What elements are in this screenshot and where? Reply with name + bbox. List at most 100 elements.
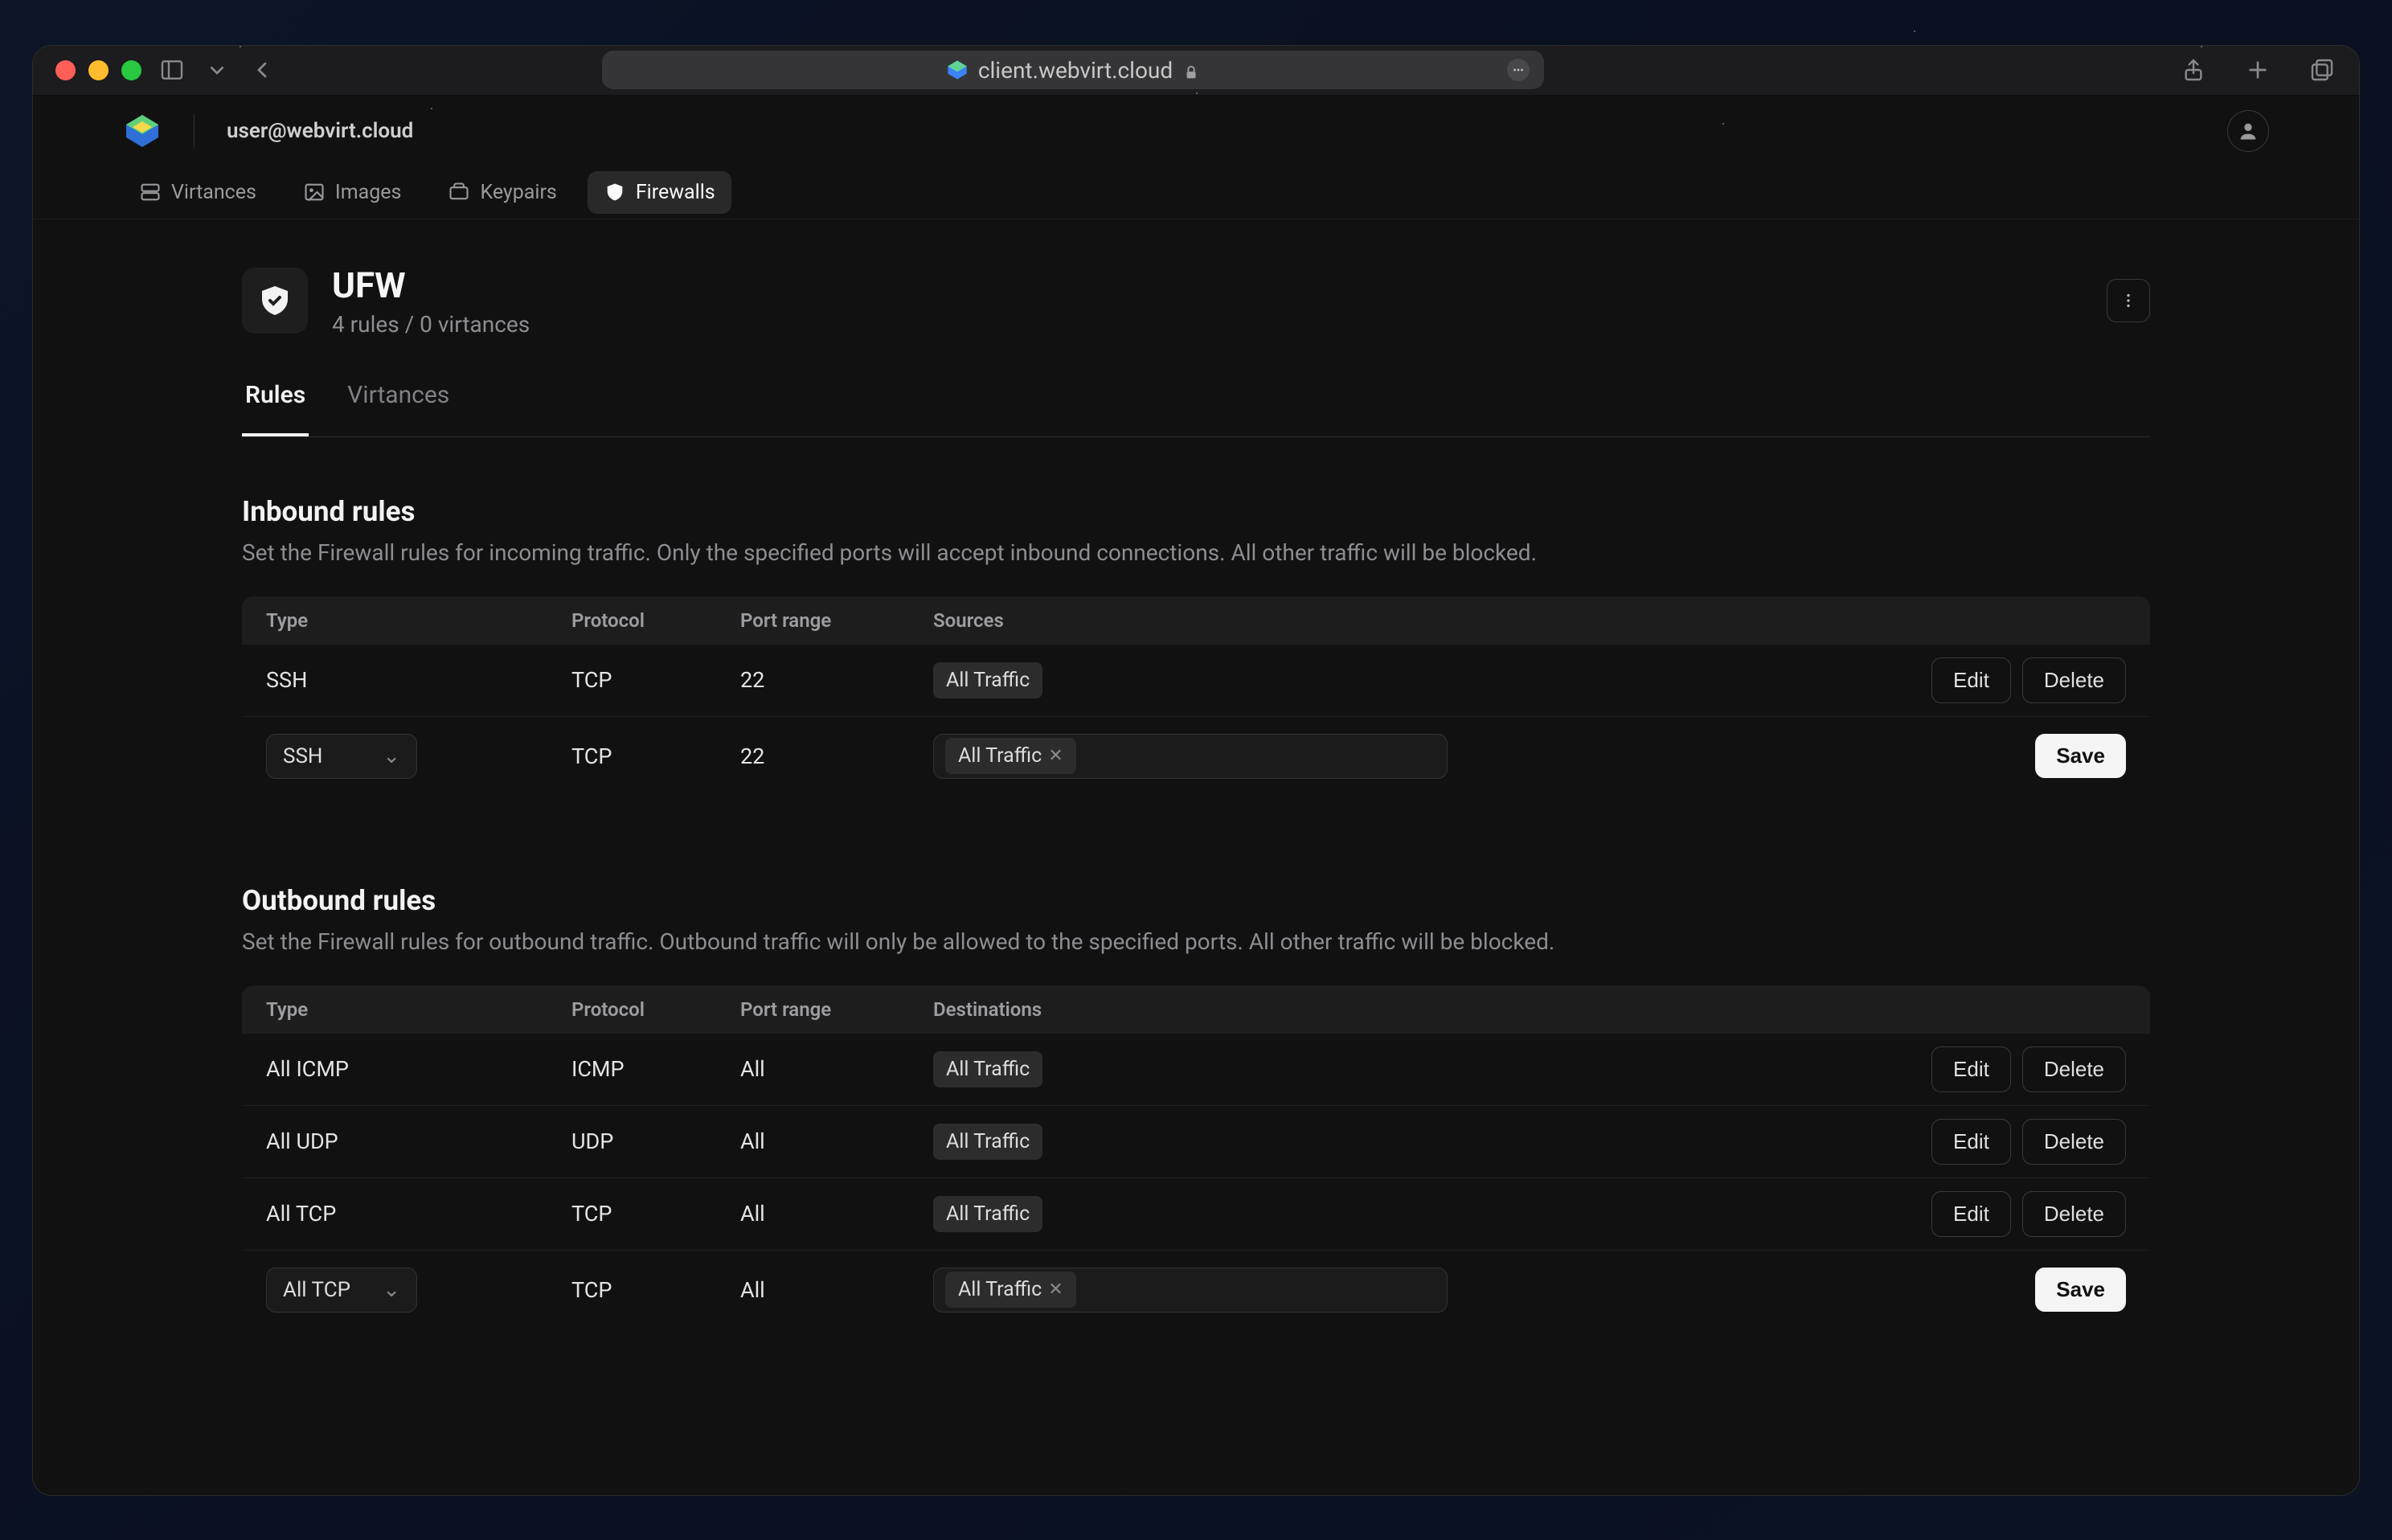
address-bar[interactable]: client.webvirt.cloud (602, 51, 1544, 89)
tabs-overview-icon[interactable] (2308, 55, 2337, 84)
inbound-section: Inbound rules Set the Firewall rules for… (242, 495, 2150, 796)
title-bar: client.webvirt.cloud (33, 46, 2359, 96)
firewall-shield-icon (242, 268, 308, 334)
nav-images[interactable]: Images (287, 171, 418, 214)
cell-protocol: UDP (571, 1128, 740, 1154)
edit-row: SSH ⌄ TCP 22 All Traffic ✕ (242, 717, 2150, 796)
table-row: SSH TCP 22 All Traffic Edit Delete (242, 645, 2150, 717)
tag-remove-icon[interactable]: ✕ (1048, 1280, 1063, 1300)
page-header: UFW 4 rules / 0 virtances (242, 264, 2150, 338)
col-dest: Destinations (933, 998, 1909, 1021)
edit-button[interactable]: Edit (1931, 1119, 2011, 1165)
cell-type: SSH (266, 667, 571, 693)
address-more-icon[interactable] (1507, 59, 1530, 81)
image-icon (303, 181, 326, 203)
window-close-button[interactable] (55, 60, 76, 80)
table-header: Type Protocol Port range Sources (242, 596, 2150, 645)
divider (194, 114, 195, 148)
inbound-table: Type Protocol Port range Sources SSH TCP… (242, 596, 2150, 796)
nav-label: Virtances (171, 181, 256, 204)
nav-label: Images (335, 181, 402, 204)
dest-tag[interactable]: All Traffic ✕ (945, 1272, 1076, 1308)
cell-port: All (740, 1201, 933, 1227)
nav-firewalls[interactable]: Firewalls (588, 171, 731, 214)
col-port: Port range (740, 998, 933, 1021)
source-tag[interactable]: All Traffic ✕ (945, 738, 1076, 774)
main-nav: Virtances Images Keypairs Firewalls (33, 166, 2359, 219)
address-url: client.webvirt.cloud (978, 57, 1173, 84)
cell-port: 22 (740, 743, 933, 769)
server-icon (139, 181, 162, 203)
sidebar-toggle-icon[interactable] (158, 55, 186, 84)
inbound-title: Inbound rules (242, 495, 2150, 528)
cell-type: All TCP (266, 1201, 571, 1227)
lock-icon (1182, 61, 1200, 79)
sources-input[interactable]: All Traffic ✕ (933, 734, 1448, 779)
outbound-desc: Set the Firewall rules for outbound traf… (242, 928, 2150, 955)
table-row: All UDP UDP All All Traffic Edit Delete (242, 1106, 2150, 1178)
cell-protocol: TCP (571, 1201, 740, 1227)
select-value: SSH (283, 744, 322, 768)
nav-virtances[interactable]: Virtances (123, 171, 272, 214)
edit-row: All TCP ⌄ TCP All All Traffic ✕ (242, 1251, 2150, 1329)
inbound-desc: Set the Firewall rules for incoming traf… (242, 539, 2150, 566)
app-logo-icon[interactable] (123, 112, 162, 150)
dest-input[interactable]: All Traffic ✕ (933, 1268, 1448, 1313)
firewall-name: UFW (332, 264, 530, 306)
back-button[interactable] (248, 55, 276, 84)
col-protocol: Protocol (571, 998, 740, 1021)
delete-button[interactable]: Delete (2022, 1119, 2126, 1165)
nav-label: Firewalls (636, 181, 715, 204)
tag-remove-icon[interactable]: ✕ (1048, 746, 1063, 766)
table-header: Type Protocol Port range Destinations (242, 985, 2150, 1034)
cell-port: All (740, 1056, 933, 1082)
type-select[interactable]: SSH ⌄ (266, 734, 417, 779)
dest-tag: All Traffic (933, 1051, 1042, 1087)
source-tag: All Traffic (933, 662, 1042, 698)
tag-label: All Traffic (958, 744, 1042, 768)
shield-icon (604, 181, 626, 203)
cell-protocol: TCP (571, 1277, 740, 1303)
nav-keypairs[interactable]: Keypairs (432, 171, 572, 214)
edit-button[interactable]: Edit (1931, 657, 2011, 703)
edit-button[interactable]: Edit (1931, 1191, 2011, 1237)
window-minimize-button[interactable] (88, 60, 109, 80)
avatar[interactable] (2227, 110, 2269, 152)
cell-port: 22 (740, 667, 933, 693)
traffic-lights (55, 60, 141, 80)
outbound-table: Type Protocol Port range Destinations Al… (242, 985, 2150, 1329)
tab-virtances[interactable]: Virtances (344, 381, 453, 436)
share-icon[interactable] (2179, 55, 2208, 84)
col-sources: Sources (933, 609, 1909, 632)
delete-button[interactable]: Delete (2022, 1046, 2126, 1092)
key-icon (448, 181, 470, 203)
dest-tag: All Traffic (933, 1124, 1042, 1160)
delete-button[interactable]: Delete (2022, 1191, 2126, 1237)
chevron-down-icon: ⌄ (383, 744, 400, 768)
firewall-menu-button[interactable] (2107, 279, 2150, 322)
cell-protocol: TCP (571, 667, 740, 693)
outbound-section: Outbound rules Set the Firewall rules fo… (242, 884, 2150, 1329)
tag-label: All Traffic (958, 1278, 1042, 1301)
outbound-title: Outbound rules (242, 884, 2150, 917)
save-button[interactable]: Save (2035, 734, 2126, 778)
window-maximize-button[interactable] (121, 60, 141, 80)
col-port: Port range (740, 609, 933, 632)
dest-tag: All Traffic (933, 1196, 1042, 1232)
firewall-summary: 4 rules / 0 virtances (332, 311, 530, 338)
select-value: All TCP (283, 1278, 350, 1302)
chevron-down-icon: ⌄ (383, 1278, 400, 1302)
delete-button[interactable]: Delete (2022, 657, 2126, 703)
cell-port: All (740, 1277, 933, 1303)
tabs: Rules Virtances (242, 381, 2150, 437)
col-type: Type (266, 998, 571, 1021)
browser-window: client.webvirt.cloud (32, 45, 2360, 1496)
type-select[interactable]: All TCP ⌄ (266, 1268, 417, 1313)
content: UFW 4 rules / 0 virtances Rules Virtance… (33, 219, 2359, 1495)
col-protocol: Protocol (571, 609, 740, 632)
edit-button[interactable]: Edit (1931, 1046, 2011, 1092)
save-button[interactable]: Save (2035, 1268, 2126, 1312)
tab-rules[interactable]: Rules (242, 381, 309, 436)
chevron-down-icon[interactable] (203, 55, 231, 84)
new-tab-icon[interactable] (2243, 55, 2272, 84)
